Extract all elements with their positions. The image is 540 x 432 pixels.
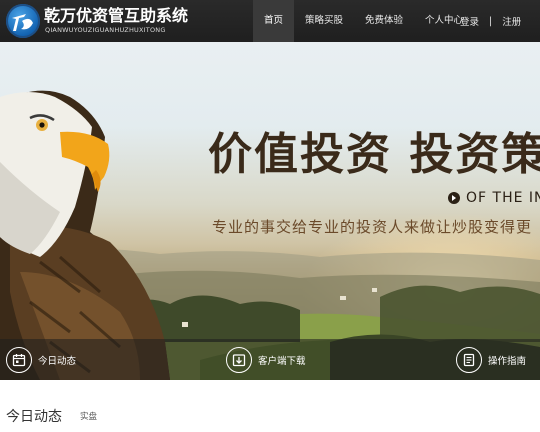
section-tab-live[interactable]: 实盘 [80,410,97,422]
auth-links: 登录 | 注册 [460,0,521,42]
today-news-section [0,380,540,432]
auth-separator: | [489,15,493,27]
action-client-download[interactable]: 客户端下载 [226,339,306,380]
action-operation-guide-label: 操作指南 [488,355,527,367]
logo-mark-icon [6,4,40,38]
site-logo[interactable]: 乾万优资管互助系统 QIANWUYOUZIGUANHUZHUXITONG [6,4,188,38]
action-today-news-label: 今日动态 [38,355,77,367]
banner-tagline: 专业的事交给专业的投资人来做让炒股变得更 [212,218,533,236]
banner-subtitle: OF THE INV [448,190,540,206]
hero-banner[interactable]: 价值投资 投资策 OF THE INV 专业的事交给专业的投资人来做让炒股变得更 [0,42,540,380]
login-link[interactable]: 登录 [460,14,479,28]
guide-book-icon [456,346,482,373]
logo-name: 乾万优资管互助系统 [44,6,189,25]
banner-subtitle-text: OF THE INV [466,190,540,206]
download-icon [226,346,252,373]
section-title: 今日动态 [6,409,62,425]
quick-actions-bar: 今日动态 客户端下载 操作指南 [0,339,540,380]
logo-pinyin: QIANWUYOUZIGUANHUZHUXITONG [45,26,166,34]
nav-item-strategy-buy[interactable]: 策略买股 [294,0,354,42]
nav-item-home[interactable]: 首页 [253,0,295,42]
calendar-icon [6,346,32,373]
banner-headline: 价值投资 投资策 [208,129,540,180]
register-link[interactable]: 注册 [502,14,521,28]
top-nav-bar: 乾万优资管互助系统 QIANWUYOUZIGUANHUZHUXITONG 首页 … [0,0,540,42]
play-arrow-icon [448,192,460,204]
nav-item-free-trial[interactable]: 免费体验 [354,0,414,42]
action-operation-guide[interactable]: 操作指南 [456,339,526,380]
action-client-download-label: 客户端下载 [258,355,306,367]
main-nav: 首页 策略买股 免费体验 个人中心 [253,0,474,42]
banner-scene-illustration [0,90,540,380]
action-today-news[interactable]: 今日动态 [6,339,76,380]
